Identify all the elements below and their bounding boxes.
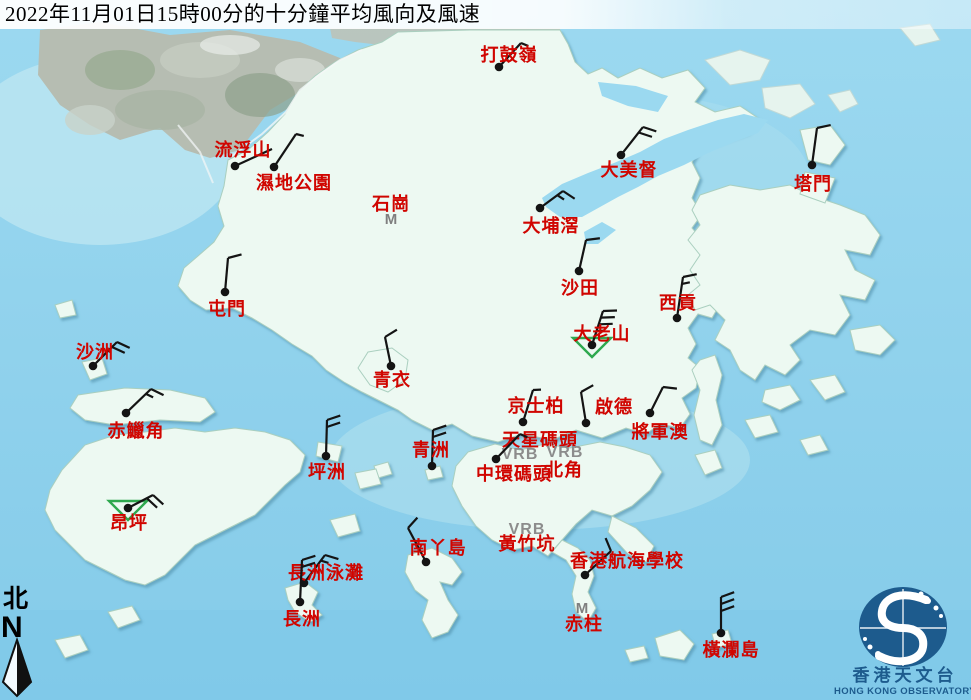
station-dot-icon xyxy=(519,418,528,427)
station-label: 昂坪 xyxy=(110,513,148,534)
station-label: 大美督 xyxy=(601,159,658,181)
station-dot-icon xyxy=(617,151,626,160)
station-label: 青衣 xyxy=(373,369,411,391)
station-label: 京士柏 xyxy=(508,395,565,417)
station-dot-icon xyxy=(808,161,817,170)
station-label: 赤柱 xyxy=(565,613,603,635)
station-label: 長洲泳灘 xyxy=(288,562,364,584)
map-title: 2022年11月01日15時00分的十分鐘平均風向及風速 xyxy=(0,0,971,29)
station-label: 濕地公園 xyxy=(256,172,332,194)
station-label: 將軍澳 xyxy=(632,421,689,443)
station-dot-icon xyxy=(582,419,591,428)
hko-logo-name-zh: 香港天文台 xyxy=(853,665,958,686)
station-dot-icon xyxy=(231,162,240,171)
station-label: 中環碼頭 xyxy=(476,463,552,485)
station-label: 黃竹坑 xyxy=(498,533,556,555)
station-label: 青洲 xyxy=(412,440,450,461)
station-dot-icon xyxy=(646,409,655,418)
station-label: 石崗 xyxy=(371,193,410,215)
station-label: 長洲 xyxy=(283,609,321,630)
station-label: 南丫島 xyxy=(410,537,467,559)
station-label: 打鼓嶺 xyxy=(481,44,538,66)
station-label: 大老山 xyxy=(574,323,631,345)
compass-north-letter: N xyxy=(1,611,23,644)
wind-barb-feather-icon xyxy=(601,317,615,318)
station-label: 橫瀾島 xyxy=(703,639,760,661)
station-dot-icon xyxy=(270,163,279,172)
station-dot-icon xyxy=(428,462,437,471)
station-dot-icon xyxy=(296,598,305,607)
station-dot-icon xyxy=(221,288,230,297)
sea-deep-south xyxy=(0,610,971,700)
station-label: 大埔滘 xyxy=(523,215,580,237)
station-dot-icon xyxy=(322,452,331,461)
station-dot-icon xyxy=(492,455,501,464)
map-canvas: 打鼓嶺流浮山濕地公園M石崗大埔滘大美督塔門屯門沙田西貢大老山沙洲赤鱲角青衣京士柏… xyxy=(0,0,971,700)
station-label: 西貢 xyxy=(659,293,697,314)
station-dot-icon xyxy=(536,204,545,213)
hko-logo-name-en: HONG KONG OBSERVATORY xyxy=(834,686,971,697)
weather-map: 打鼓嶺流浮山濕地公園M石崗大埔滘大美督塔門屯門沙田西貢大老山沙洲赤鱲角青衣京士柏… xyxy=(0,0,971,700)
station-dot-icon xyxy=(124,504,133,513)
station-label: 沙洲 xyxy=(76,342,114,363)
wind-barb-feather-icon xyxy=(603,310,617,311)
compass-north-zh: 北 xyxy=(3,584,28,613)
station-label: 屯門 xyxy=(208,298,246,320)
station-dot-icon xyxy=(575,267,584,276)
station-label: 啟德 xyxy=(595,396,633,418)
station-label: 塔門 xyxy=(794,173,832,195)
station-label: 赤鱲角 xyxy=(108,420,165,442)
variable-wind-text: VRB xyxy=(547,444,584,461)
station-label: 流浮山 xyxy=(215,139,272,161)
wind-barb-shaft-icon xyxy=(326,420,327,456)
station-dot-icon xyxy=(122,409,131,418)
station-label: 坪洲 xyxy=(308,462,346,483)
station-dot-icon xyxy=(717,629,726,638)
station-label: 沙田 xyxy=(561,278,599,299)
station-label: 香港航海學校 xyxy=(569,550,684,572)
station-dot-icon xyxy=(387,362,396,371)
station-dot-icon xyxy=(673,314,682,323)
